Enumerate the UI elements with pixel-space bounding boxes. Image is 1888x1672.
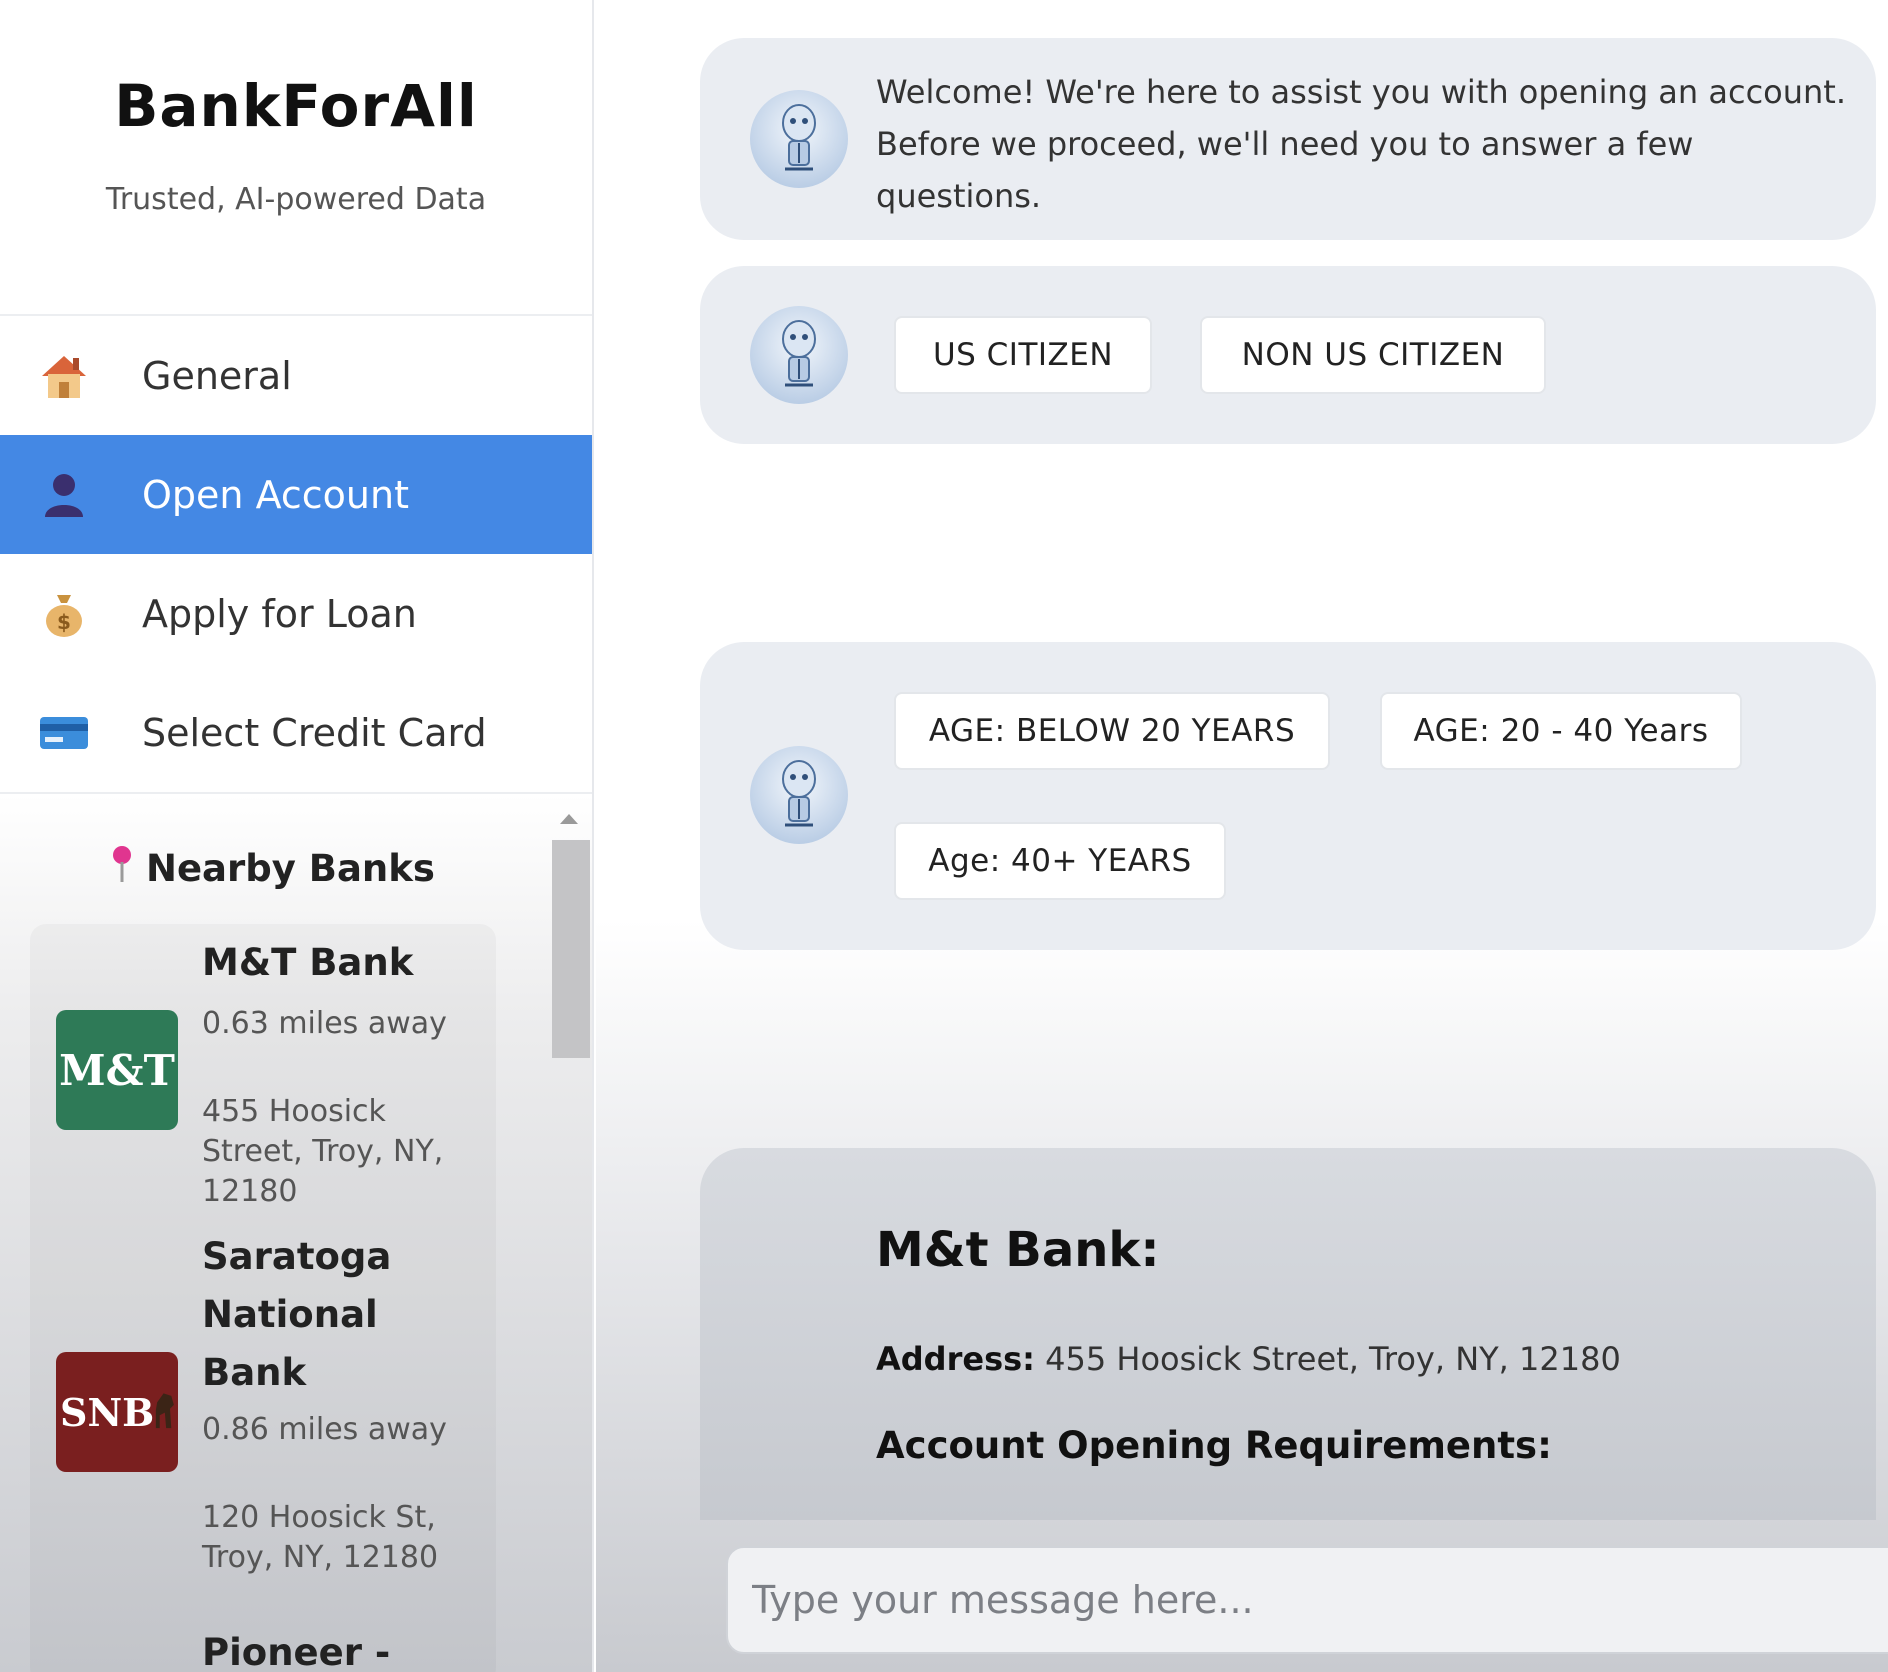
bank-distance: 0.86 miles away	[202, 1412, 447, 1447]
sidebar: BankForAll Trusted, AI-powered Data Gene…	[0, 0, 594, 1672]
us-citizen-button[interactable]: US CITIZEN	[894, 316, 1152, 394]
nearby-banks-heading: Nearby Banks	[110, 844, 435, 893]
brand-header: BankForAll Trusted, AI-powered Data	[0, 0, 592, 316]
bank-logo: SNB	[56, 1352, 178, 1472]
sidebar-scrollbar[interactable]	[548, 794, 590, 1672]
sidebar-item-label: Apply for Loan	[142, 591, 417, 636]
sidebar-item-general[interactable]: General	[0, 316, 592, 435]
sidebar-item-open-account[interactable]: Open Account	[0, 435, 592, 554]
age-40-plus-button[interactable]: Age: 40+ YEARS	[894, 822, 1226, 900]
robot-icon	[782, 104, 816, 171]
person-icon	[36, 467, 92, 523]
horse-icon	[156, 1393, 175, 1429]
nearby-banks-panel: Nearby Banks M&T M&T Bank 0.63 miles awa…	[0, 794, 592, 1672]
bank-name: Pioneer -	[202, 1631, 391, 1672]
sidebar-item-apply-loan[interactable]: $ Apply for Loan	[0, 554, 592, 673]
bank-address: 455 Hoosick Street, Troy, NY, 12180	[202, 1094, 444, 1209]
house-icon	[36, 348, 92, 404]
bank-logo-text: SNB	[60, 1389, 155, 1435]
bank-logo: M&T	[56, 1010, 178, 1130]
bot-options-message: US CITIZEN NON US CITIZEN	[700, 266, 1876, 444]
bank-address: 120 Hoosick St, Troy, NY, 12180	[202, 1500, 439, 1575]
app-subtitle: Trusted, AI-powered Data	[105, 182, 487, 217]
sidebar-nav: General Open Account $ Apply for Loan Se…	[0, 316, 592, 794]
bot-avatar	[750, 306, 848, 404]
app-title: BankForAll	[114, 72, 478, 140]
bank-info-address: Address: 455 Hoosick Street, Troy, NY, 1…	[876, 1340, 1621, 1378]
bot-avatar	[750, 90, 848, 188]
message-input[interactable]	[726, 1546, 1888, 1654]
robot-icon	[782, 760, 816, 827]
bank-card[interactable]: M&T M&T Bank 0.63 miles away 455 Hoosick…	[30, 924, 496, 1244]
robot-icon	[782, 320, 816, 387]
svg-text:$: $	[57, 610, 71, 634]
age-below-20-button[interactable]: AGE: BELOW 20 YEARS	[894, 692, 1330, 770]
bank-card[interactable]: Pioneer -	[30, 1624, 496, 1672]
bank-list[interactable]: M&T M&T Bank 0.63 miles away 455 Hoosick…	[30, 924, 496, 1672]
welcome-message-text: Welcome! We're here to assist you with o…	[876, 73, 1847, 215]
requirements-heading: Account Opening Requirements:	[876, 1424, 1552, 1467]
bank-distance: 0.63 miles away	[202, 1006, 447, 1041]
bank-name: M&T Bank	[202, 941, 414, 984]
sidebar-item-credit-card[interactable]: Select Credit Card	[0, 673, 592, 792]
address-value: 455 Hoosick Street, Troy, NY, 12180	[1045, 1340, 1621, 1378]
credit-card-icon	[36, 705, 92, 761]
non-us-citizen-button[interactable]: NON US CITIZEN	[1200, 316, 1546, 394]
bank-info-card: M&t Bank: Address: 455 Hoosick Street, T…	[700, 1148, 1876, 1520]
money-bag-icon: $	[36, 586, 92, 642]
bank-name: Saratoga National Bank	[202, 1235, 392, 1394]
bot-options-message: AGE: BELOW 20 YEARS AGE: 20 - 40 Years A…	[700, 642, 1876, 950]
age-20-40-button[interactable]: AGE: 20 - 40 Years	[1380, 692, 1742, 770]
sidebar-item-label: General	[142, 353, 292, 398]
scroll-thumb[interactable]	[552, 840, 590, 1058]
nearby-banks-title: Nearby Banks	[146, 847, 435, 890]
sidebar-item-label: Open Account	[142, 472, 410, 517]
address-label: Address:	[876, 1340, 1035, 1378]
sidebar-item-label: Select Credit Card	[142, 710, 487, 755]
pin-icon	[110, 844, 134, 893]
bot-avatar	[750, 746, 848, 844]
chat-area: Welcome! We're here to assist you with o…	[596, 0, 1888, 1672]
bank-card[interactable]: SNB Saratoga National Bank 0.86 miles aw…	[30, 1224, 496, 1644]
bot-message: Welcome! We're here to assist you with o…	[700, 38, 1876, 240]
scroll-up-arrow-icon[interactable]	[560, 814, 578, 824]
bank-info-title: M&t Bank:	[876, 1222, 1160, 1278]
